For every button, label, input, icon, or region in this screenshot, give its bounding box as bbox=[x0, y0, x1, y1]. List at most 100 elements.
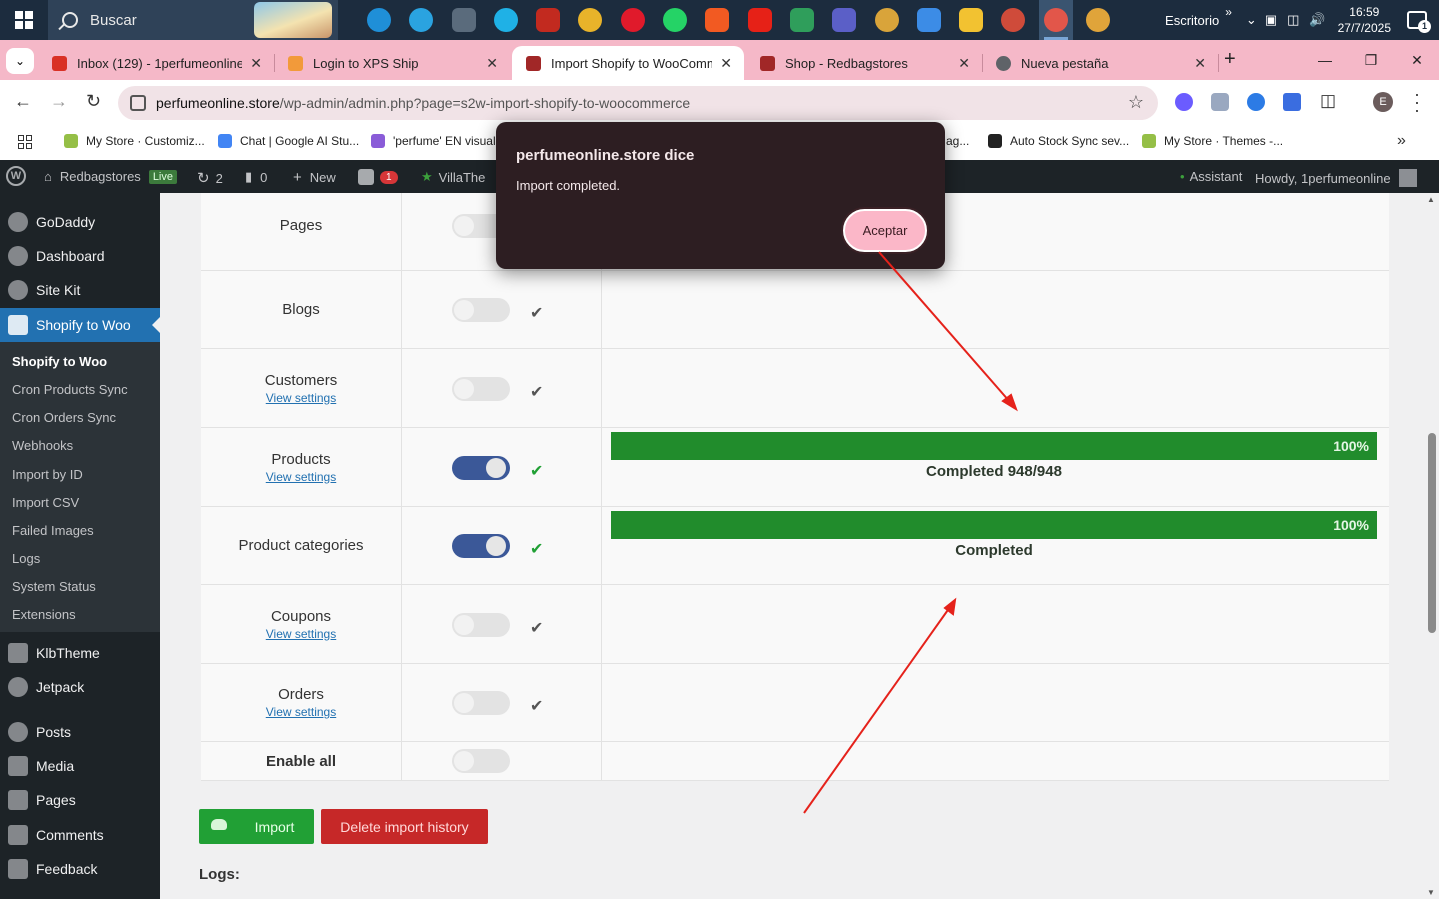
more-bookmarks-icon[interactable]: » bbox=[1397, 132, 1406, 150]
my-account-menu[interactable]: Howdy, 1perfumeonline bbox=[1255, 169, 1417, 187]
network-icon[interactable]: ◫ bbox=[1287, 12, 1299, 28]
bookmark-shopify-customize[interactable]: My Store · Customiz... bbox=[64, 134, 205, 148]
sidebar-item-comments[interactable]: Comments bbox=[0, 818, 160, 852]
taskbar-app-chrome-profile2[interactable] bbox=[996, 0, 1030, 40]
taskbar-app-filezilla[interactable] bbox=[531, 0, 565, 40]
taskbar-app-canva[interactable] bbox=[489, 0, 523, 40]
enable-toggle[interactable] bbox=[452, 376, 510, 401]
site-name-menu[interactable]: ⌂ Redbagstores Live bbox=[44, 169, 177, 184]
tab-xps-ship[interactable]: Login to XPS Ship ✕ bbox=[274, 46, 510, 80]
sidebar-item-site-kit[interactable]: Site Kit bbox=[0, 273, 160, 307]
taskbar-app-teams[interactable] bbox=[827, 0, 861, 40]
submenu-cron-products-sync[interactable]: Cron Products Sync bbox=[12, 382, 128, 397]
taskbar-app-calculator[interactable] bbox=[447, 0, 481, 40]
reload-icon[interactable]: ↻ bbox=[86, 91, 101, 112]
submenu-import-by-id[interactable]: Import by ID bbox=[12, 467, 83, 482]
sidebar-item-dashboard[interactable]: Dashboard bbox=[0, 239, 160, 273]
volume-icon[interactable]: 🔊 bbox=[1309, 12, 1325, 28]
scrollbar-thumb[interactable] bbox=[1428, 433, 1436, 633]
taskbar-app-opera[interactable] bbox=[616, 0, 650, 40]
submenu-import-csv[interactable]: Import CSV bbox=[12, 495, 79, 510]
extension-tag-icon[interactable] bbox=[1283, 93, 1301, 111]
import-button[interactable]: Import bbox=[199, 809, 314, 844]
enable-toggle[interactable] bbox=[452, 612, 510, 637]
close-tab-icon[interactable]: ✕ bbox=[250, 55, 262, 72]
taskbar-app-chrome-profile3[interactable] bbox=[1081, 0, 1115, 40]
sidebar-item-klbtheme[interactable]: KlbTheme bbox=[0, 636, 160, 670]
taskbar-app-edge[interactable] bbox=[362, 0, 396, 40]
bookmark-perfume-visual[interactable]: 'perfume' EN visual bbox=[371, 134, 496, 148]
tab-new-tab[interactable]: Nueva pestaña ✕ bbox=[982, 46, 1219, 80]
sidebar-item-godaddy[interactable]: GoDaddy bbox=[0, 205, 160, 239]
taskbar-app-youtube[interactable] bbox=[743, 0, 777, 40]
profile-avatar[interactable]: E bbox=[1373, 92, 1393, 112]
bookmark-truncated[interactable]: ag... bbox=[946, 134, 969, 148]
taskbar-app-telegram[interactable] bbox=[404, 0, 438, 40]
sidebar-item-posts[interactable]: Posts bbox=[0, 715, 160, 749]
sidebar-item-jetpack[interactable]: Jetpack bbox=[0, 670, 160, 704]
updates-menu[interactable]: ↻ 2 bbox=[197, 169, 223, 187]
wordpress-logo-icon[interactable]: W bbox=[6, 166, 26, 186]
taskbar-app-chrome[interactable] bbox=[573, 0, 607, 40]
minimize-button[interactable]: — bbox=[1302, 40, 1348, 80]
close-tab-icon[interactable]: ✕ bbox=[958, 55, 970, 72]
submenu-logs[interactable]: Logs bbox=[12, 551, 40, 566]
toolbar-expand-icon[interactable]: » bbox=[1225, 5, 1232, 19]
close-tab-icon[interactable]: ✕ bbox=[1194, 55, 1206, 72]
close-tab-icon[interactable]: ✕ bbox=[720, 55, 732, 72]
view-settings-link[interactable]: View settings bbox=[266, 391, 336, 405]
view-settings-link[interactable]: View settings bbox=[266, 470, 336, 484]
site-info-icon[interactable] bbox=[130, 95, 146, 111]
browser-menu-icon[interactable]: · · · bbox=[1412, 85, 1422, 119]
delete-import-history-button[interactable]: Delete import history bbox=[321, 809, 488, 844]
taskbar-app-brave[interactable] bbox=[700, 0, 734, 40]
taskbar-app-chrome-profile[interactable] bbox=[870, 0, 904, 40]
apps-grid-icon[interactable] bbox=[18, 135, 32, 149]
bookmark-shopify-themes[interactable]: My Store · Themes -... bbox=[1142, 134, 1283, 148]
assistant-menu[interactable]: • Assistant bbox=[1180, 169, 1242, 184]
extensions-puzzle-icon[interactable]: ◫ bbox=[1320, 91, 1336, 111]
extension-sync-icon[interactable] bbox=[1247, 93, 1265, 111]
extension-shield-icon[interactable] bbox=[1211, 93, 1229, 111]
scroll-up-icon[interactable]: ▲ bbox=[1427, 195, 1435, 204]
taskbar-app-whatsapp[interactable] bbox=[658, 0, 692, 40]
close-window-button[interactable]: ✕ bbox=[1394, 40, 1439, 80]
bookmark-star-icon[interactable]: ☆ bbox=[1128, 92, 1144, 113]
new-content-menu[interactable]: + New bbox=[293, 169, 336, 186]
submenu-extensions[interactable]: Extensions bbox=[12, 607, 76, 622]
view-settings-link[interactable]: View settings bbox=[266, 627, 336, 641]
view-settings-link[interactable]: View settings bbox=[266, 705, 336, 719]
forward-icon[interactable]: → bbox=[50, 91, 68, 112]
sidebar-item-media[interactable]: Media bbox=[0, 749, 160, 783]
enable-toggle[interactable] bbox=[452, 691, 510, 715]
taskbar-search[interactable]: Buscar bbox=[48, 0, 338, 40]
extension-ai-icon[interactable] bbox=[1175, 93, 1193, 111]
sidebar-item-feedback[interactable]: Feedback bbox=[0, 852, 160, 886]
tab-shop-redbagstores[interactable]: Shop - Redbagstores ✕ bbox=[746, 46, 983, 80]
submenu-system-status[interactable]: System Status bbox=[12, 579, 96, 594]
close-tab-icon[interactable]: ✕ bbox=[486, 55, 498, 72]
show-hidden-icons-icon[interactable]: ⌄ bbox=[1246, 12, 1257, 28]
new-tab-button[interactable]: + bbox=[1224, 48, 1236, 71]
enable-all-toggle[interactable] bbox=[452, 749, 510, 773]
yoast-menu[interactable]: 1 bbox=[358, 169, 398, 185]
tab-gmail[interactable]: Inbox (129) - 1perfumeonline.st ✕ bbox=[38, 46, 275, 80]
taskbar-app-chrome-active[interactable] bbox=[1038, 0, 1073, 40]
taskbar-app-photos[interactable] bbox=[912, 0, 946, 40]
taskbar-app-meet[interactable] bbox=[785, 0, 819, 40]
scroll-down-icon[interactable]: ▼ bbox=[1427, 888, 1435, 897]
submenu-webhooks[interactable]: Webhooks bbox=[12, 438, 73, 453]
bookmark-google-ai-studio[interactable]: Chat | Google AI Stu... bbox=[218, 134, 359, 148]
notification-center-icon[interactable]: 1 bbox=[1407, 11, 1431, 33]
sidebar-item-shopify-to-woo[interactable]: Shopify to Woo bbox=[0, 308, 160, 342]
dialog-ok-button[interactable]: Aceptar bbox=[843, 209, 927, 252]
tab-import-shopify[interactable]: Import Shopify to WooComme ✕ bbox=[512, 46, 744, 80]
taskbar-app-file-explorer[interactable] bbox=[954, 0, 988, 40]
page-scrollbar[interactable]: ▲ ▼ bbox=[1425, 193, 1439, 899]
submenu-shopify-to-woo[interactable]: Shopify to Woo bbox=[12, 354, 107, 369]
start-button[interactable] bbox=[0, 0, 48, 40]
address-bar[interactable]: perfumeonline.store/wp-admin/admin.php?p… bbox=[118, 86, 1158, 120]
back-icon[interactable]: ← bbox=[14, 91, 32, 112]
meet-now-icon[interactable]: ▣ bbox=[1265, 12, 1277, 28]
enable-toggle[interactable] bbox=[452, 455, 510, 480]
